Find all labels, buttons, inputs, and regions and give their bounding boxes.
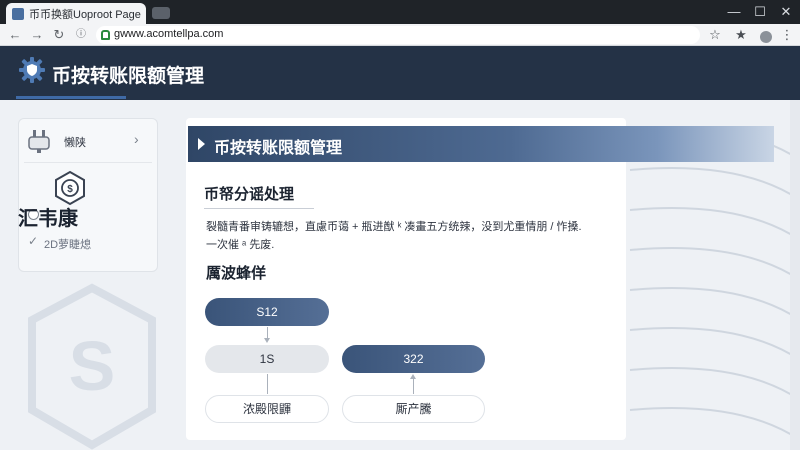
section-divider — [204, 208, 314, 209]
flow-node-bottom-left[interactable]: 浓殿限鼲 — [205, 395, 329, 423]
back-button[interactable]: ← — [6, 26, 24, 44]
arrow-down-icon — [264, 338, 270, 343]
flow-node-top[interactable]: S12 — [205, 298, 329, 326]
star-icon[interactable]: ☆ — [706, 26, 724, 44]
lock-icon — [101, 30, 110, 40]
page-favicon-icon — [12, 7, 24, 20]
maximize-button[interactable]: ☐ — [750, 2, 770, 22]
banner-title: 币按转账限额管理 — [214, 140, 343, 157]
extension-icon[interactable] — [760, 31, 772, 43]
section-heading-flow: 厲波蜂佯 — [206, 265, 267, 282]
header-accent-line — [16, 96, 126, 99]
flow-node-mid-left[interactable]: 1S — [205, 345, 329, 373]
url-text: gwww.acomtellpa.com — [114, 28, 224, 40]
forward-button[interactable]: → — [28, 26, 46, 44]
paragraph-line: 一次催 ᵃ 先废. — [206, 239, 275, 251]
description-paragraph: 裂髓青番审铸辘想，直慮币蔼 + 瓶进猷 ᵏ 凑畫五方统辣，没到尤重情朋 / 怍搡… — [206, 218, 616, 254]
bookmark-icon[interactable]: ★ — [732, 26, 750, 44]
browser-tab-title: 币币换额Uoproot Page — [29, 8, 141, 21]
arrow-up-icon — [410, 374, 416, 379]
app-title: 币按转账限额管理 — [52, 66, 205, 87]
new-tab-button[interactable] — [152, 7, 170, 19]
sidebar-item-label[interactable]: 懒陕 — [64, 134, 86, 150]
security-badge-icon: $ — [55, 170, 85, 206]
sidebar-divider — [24, 162, 152, 163]
chevron-right-icon[interactable]: › — [134, 131, 139, 147]
menu-icon[interactable]: ⋮ — [778, 26, 796, 44]
minimize-button[interactable]: — — [724, 2, 744, 22]
shield-watermark-icon: S — [28, 283, 156, 450]
sidebar-big-label: 汇韦康 — [18, 208, 78, 230]
info-icon[interactable]: ⓘ — [72, 26, 90, 44]
close-window-button[interactable]: ✕ — [776, 2, 796, 22]
section-heading-processing: 币帑分谣处理 — [204, 186, 295, 203]
triangle-right-icon — [198, 138, 205, 150]
flow-node-bottom-right[interactable]: 厮产騰 — [342, 395, 485, 423]
gear-shield-icon — [19, 57, 45, 83]
paragraph-line: 裂髓青番审铸辘想，直慮币蔼 + 瓶进猷 ᵏ 凑畫五方统辣，没到尤重情朋 / 怍搡… — [206, 221, 582, 233]
check-icon: ✓ — [28, 234, 39, 248]
flow-node-mid-right[interactable]: 322 — [342, 345, 485, 373]
svg-text:S: S — [69, 327, 116, 405]
flow-connector — [267, 374, 268, 394]
plug-icon — [28, 130, 50, 153]
reload-button[interactable]: ↻ — [50, 26, 68, 44]
flow-connector — [413, 378, 414, 394]
scrollbar-track[interactable] — [790, 100, 800, 450]
svg-text:$: $ — [67, 184, 73, 195]
browser-tab[interactable]: 币币换额Uoproot Page — [6, 3, 146, 24]
sidebar-small-label: 2D萝睫熄 — [44, 239, 92, 251]
